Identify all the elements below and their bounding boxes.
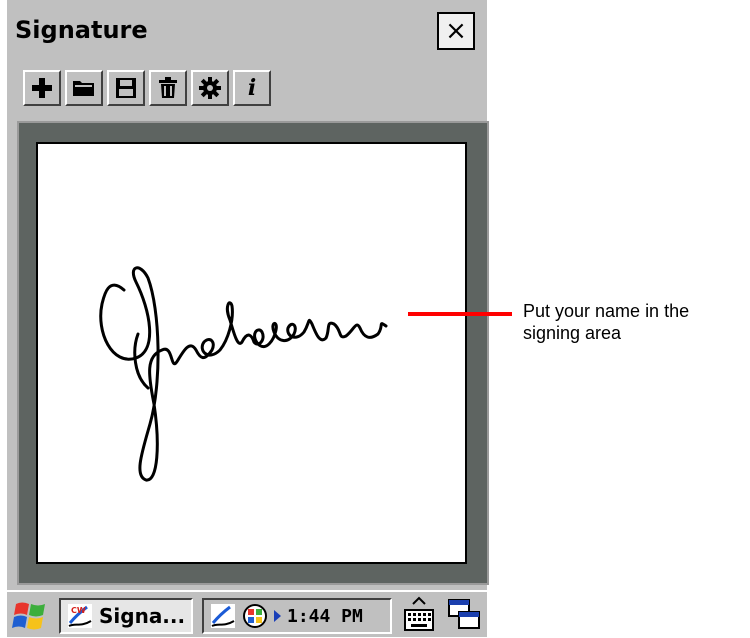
save-icon — [116, 78, 136, 98]
trash-icon — [159, 77, 177, 98]
signature-app-icon: CW — [68, 604, 92, 628]
signature-task-button[interactable]: CW Signa... — [59, 598, 193, 634]
save-button[interactable] — [107, 70, 145, 106]
close-icon: × — [445, 16, 467, 46]
gear-icon — [199, 77, 221, 99]
toolbar: i — [23, 70, 271, 106]
annotation-line-2: signing area — [523, 323, 622, 343]
task-label: Signa... — [99, 604, 186, 628]
window-title: Signature — [15, 16, 148, 44]
title-bar: Signature × — [7, 0, 487, 62]
keyboard-icon — [404, 596, 434, 631]
annotation-callout: Put your name in the signing area — [523, 300, 750, 344]
annotation-line-1: Put your name in the — [523, 301, 690, 321]
device-screen: Signature × i CW Signa... 1:44 PM — [7, 0, 489, 637]
info-button[interactable]: i — [233, 70, 271, 106]
tray-expand-arrow-icon[interactable] — [274, 610, 281, 622]
delete-button[interactable] — [149, 70, 187, 106]
info-icon: i — [247, 75, 257, 101]
system-tray: 1:44 PM — [202, 598, 392, 634]
signature-frame — [17, 121, 489, 585]
settings-button[interactable] — [191, 70, 229, 106]
close-button[interactable]: × — [437, 12, 475, 50]
keyboard-button[interactable] — [401, 596, 437, 634]
windows-start-icon — [12, 602, 45, 630]
open-button[interactable] — [65, 70, 103, 106]
plus-icon — [32, 78, 52, 98]
taskbar: CW Signa... 1:44 PM — [7, 590, 487, 637]
window-switch-button[interactable] — [447, 598, 481, 632]
new-button[interactable] — [23, 70, 61, 106]
signing-area[interactable] — [36, 142, 467, 564]
signature-app-icon[interactable] — [210, 603, 236, 629]
network-icon[interactable] — [242, 603, 268, 629]
svg-text:CW: CW — [71, 606, 86, 615]
window-switch-icon — [448, 599, 480, 629]
clock[interactable]: 1:44 PM — [287, 606, 363, 627]
start-button[interactable] — [12, 598, 48, 634]
folder-open-icon — [73, 81, 94, 96]
annotation-pointer-line — [408, 312, 512, 316]
signature-jackson — [99, 266, 388, 482]
